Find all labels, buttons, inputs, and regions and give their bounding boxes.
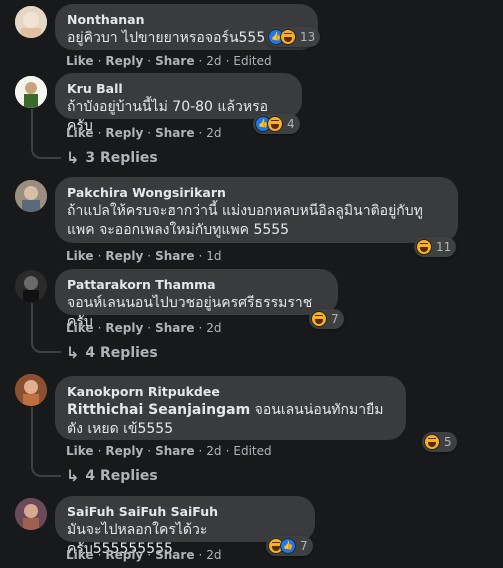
haha-icon [311, 311, 327, 327]
haha-icon [424, 434, 440, 450]
timestamp[interactable]: 2d [206, 321, 221, 335]
avatar-image [15, 270, 47, 302]
comment-bubble: Kru Ball ถ้าบังอยู่บ้านนี้ไม่ 70-80 แล้ว… [55, 73, 302, 134]
timestamp[interactable]: 2d [206, 126, 221, 140]
reaction-count[interactable]: 7 [266, 536, 313, 556]
comment-author[interactable]: Kru Ball [67, 81, 290, 97]
avatar-image [15, 374, 47, 406]
avatar-image [15, 76, 47, 108]
avatar-image [15, 180, 47, 212]
reaction-count[interactable]: 13 [266, 27, 321, 47]
reaction-number: 13 [300, 30, 316, 44]
comment-author[interactable]: Nonthanan [67, 12, 306, 28]
comment-text: Ritthichai Seanjaingam จอนเลนน่อนทักมายื… [67, 401, 394, 439]
like-button[interactable]: Like [66, 54, 94, 68]
comment-author[interactable]: Pattarakorn Thamma [67, 277, 326, 293]
share-button[interactable]: Share [155, 249, 194, 263]
reply-button[interactable]: Reply [105, 444, 143, 458]
reply-button[interactable]: Reply [105, 54, 143, 68]
reply-arrow-icon: ↳ [66, 148, 80, 167]
comment-actions: Like · Reply · Share · 2d [66, 548, 222, 562]
reaction-count[interactable]: 7 [309, 309, 344, 329]
comment-text: ถ้าแปลให้ครบจะฮากว่านี้ แม่งบอกหลบหนีอิล… [67, 203, 423, 238]
comment-bubble: Pakchira Wongsirikarn ถ้าแปลให้ครบจะฮากว… [55, 177, 458, 243]
avatar[interactable] [15, 498, 47, 530]
comment-author[interactable]: Pakchira Wongsirikarn [67, 185, 446, 201]
avatar[interactable] [15, 6, 47, 38]
share-button[interactable]: Share [155, 54, 194, 68]
like-button[interactable]: Like [66, 126, 94, 140]
reaction-number: 7 [331, 312, 339, 326]
reaction-number: 11 [436, 240, 452, 254]
reply-button[interactable]: Reply [105, 249, 143, 263]
reply-button[interactable]: Reply [105, 126, 143, 140]
reaction-count[interactable]: 5 [422, 432, 457, 452]
comment-author[interactable]: SaiFuh SaiFuh SaiFuh [67, 504, 303, 520]
mention-link[interactable]: Ritthichai Seanjaingam [67, 402, 250, 418]
edited-label: Edited [233, 54, 272, 68]
like-button[interactable]: Like [66, 444, 94, 458]
thread-line [31, 109, 33, 149]
edited-label: Edited [233, 444, 272, 458]
comment-actions: Like · Reply · Share · 2d · Edited [66, 54, 272, 68]
reaction-number: 4 [287, 117, 295, 131]
timestamp[interactable]: 2d [206, 548, 221, 562]
like-button[interactable]: Like [66, 321, 94, 335]
haha-icon [280, 29, 296, 45]
comment-bubble: Pattarakorn Thamma จอนห์เลนนอนไปบวชอยู่น… [55, 269, 338, 330]
comment-author[interactable]: Kanokporn Ritpukdee [67, 384, 394, 400]
reaction-number: 7 [300, 539, 308, 553]
thread-connector [31, 145, 61, 159]
avatar[interactable] [15, 76, 47, 108]
haha-icon [267, 116, 283, 132]
comment-actions: Like · Reply · Share · 2d [66, 321, 222, 335]
comment-actions: Like · Reply · Share · 1d [66, 249, 222, 263]
like-button[interactable]: Like [66, 249, 94, 263]
share-button[interactable]: Share [155, 548, 194, 562]
thread-line [31, 407, 33, 467]
reaction-number: 5 [444, 435, 452, 449]
timestamp[interactable]: 2d [206, 54, 221, 68]
reaction-count[interactable]: 4 [253, 114, 300, 134]
comment-actions: Like · Reply · Share · 2d [66, 126, 222, 140]
timestamp[interactable]: 1d [206, 249, 221, 263]
replies-label: 4 Replies [85, 467, 158, 484]
reply-arrow-icon: ↳ [66, 343, 80, 362]
avatar[interactable] [15, 180, 47, 212]
share-button[interactable]: Share [155, 444, 194, 458]
comment-bubble: Kanokporn Ritpukdee Ritthichai Seanjaing… [55, 376, 406, 440]
reply-button[interactable]: Reply [105, 548, 143, 562]
like-button[interactable]: Like [66, 548, 94, 562]
replies-label: 3 Replies [85, 149, 158, 166]
view-replies-button[interactable]: ↳ 4 Replies [66, 343, 158, 362]
avatar[interactable] [15, 270, 47, 302]
timestamp[interactable]: 2d [206, 444, 221, 458]
thread-connector [31, 339, 61, 353]
comment-actions: Like · Reply · Share · 2d · Edited [66, 444, 272, 458]
reaction-count[interactable]: 11 [414, 237, 457, 257]
reply-button[interactable]: Reply [105, 321, 143, 335]
like-icon [280, 538, 296, 554]
avatar-image [15, 6, 47, 38]
avatar[interactable] [15, 374, 47, 406]
reply-arrow-icon: ↳ [66, 466, 80, 485]
avatar-image [15, 498, 47, 530]
share-button[interactable]: Share [155, 126, 194, 140]
haha-icon [416, 239, 432, 255]
thread-connector [31, 463, 61, 477]
thread-line [31, 303, 33, 343]
view-replies-button[interactable]: ↳ 4 Replies [66, 466, 158, 485]
replies-label: 4 Replies [85, 344, 158, 361]
share-button[interactable]: Share [155, 321, 194, 335]
view-replies-button[interactable]: ↳ 3 Replies [66, 148, 158, 167]
